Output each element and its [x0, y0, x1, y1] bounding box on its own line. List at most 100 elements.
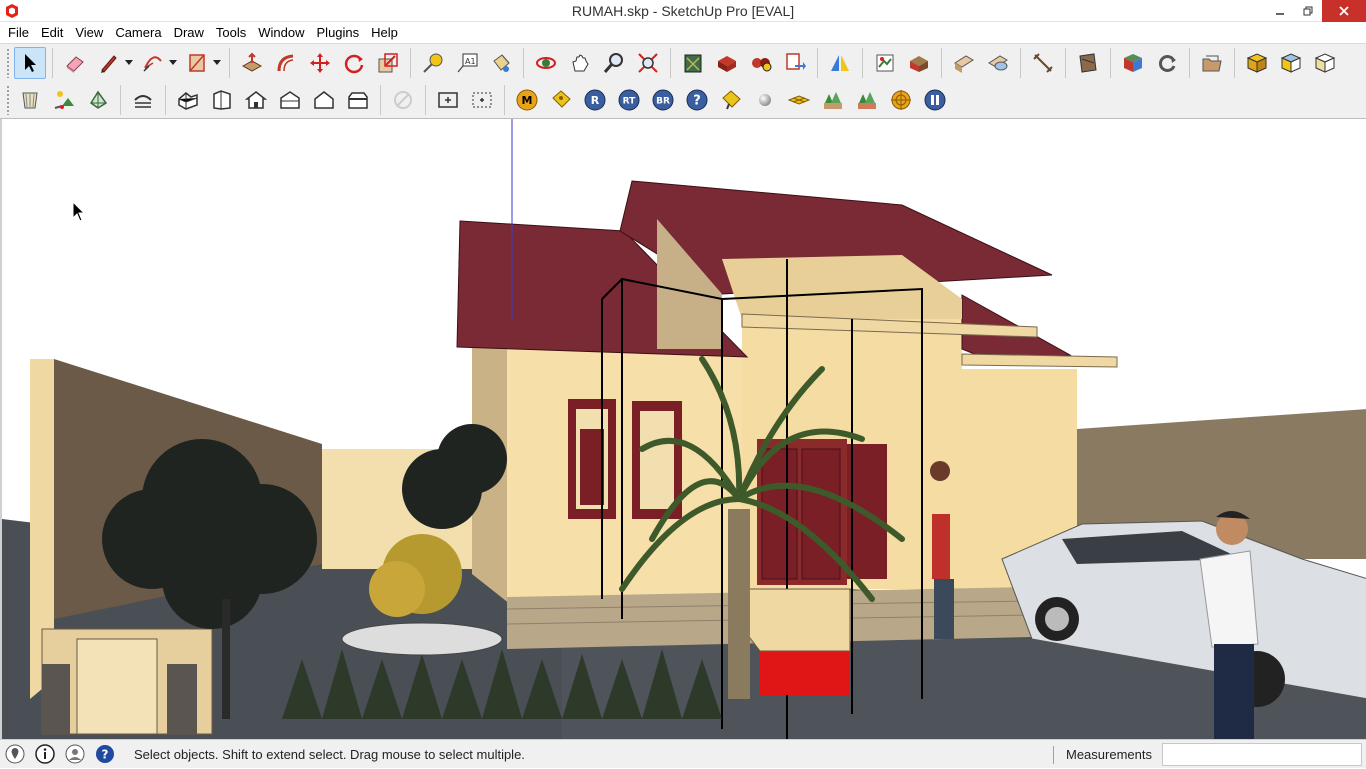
iso-view-button[interactable] [1241, 47, 1273, 79]
target-button[interactable] [885, 84, 917, 116]
restore-button[interactable] [1294, 0, 1322, 22]
zoom-select-button[interactable] [466, 84, 498, 116]
info-icon [35, 744, 55, 764]
shape-dropdown[interactable] [212, 47, 222, 79]
rectangle-tool-button[interactable] [181, 47, 213, 79]
render-r-icon: R [584, 89, 606, 110]
photo-texture-button[interactable] [948, 47, 980, 79]
render-tag-button[interactable] [545, 84, 577, 116]
hidden-line-button[interactable] [82, 84, 114, 116]
toolbar-separator [504, 84, 505, 115]
send-layout-button[interactable] [779, 47, 811, 79]
front-cube-icon [1314, 52, 1336, 73]
toolbar-separator [817, 47, 818, 78]
menu-draw[interactable]: Draw [168, 22, 210, 43]
user-account-button[interactable] [64, 743, 86, 765]
rectangle-icon [189, 53, 205, 72]
menu-edit[interactable]: Edit [35, 22, 69, 43]
house-right-button[interactable] [274, 84, 306, 116]
components-button[interactable] [745, 47, 777, 79]
help-button[interactable]: ? [681, 84, 713, 116]
house-top-button[interactable] [240, 84, 272, 116]
warehouse-button[interactable] [677, 47, 709, 79]
toolbar-grip[interactable] [6, 84, 10, 115]
menu-tools[interactable]: Tools [210, 22, 252, 43]
tape-measure-tool-button[interactable] [417, 47, 449, 79]
minimize-button[interactable] [1266, 0, 1294, 22]
photo-texture-icon [954, 54, 974, 73]
material-tag-button[interactable] [715, 84, 747, 116]
dimension-button[interactable] [1027, 47, 1059, 79]
menu-view[interactable]: View [69, 22, 109, 43]
sphere-button[interactable] [749, 84, 781, 116]
landscape-icon [824, 91, 842, 109]
section-plane-button[interactable] [824, 47, 856, 79]
text-tool-button[interactable]: A1 [451, 47, 483, 79]
refresh-button[interactable] [1151, 47, 1183, 79]
menu-camera[interactable]: Camera [109, 22, 167, 43]
sandbox-button[interactable] [1072, 47, 1104, 79]
pencil-tool-button[interactable] [93, 47, 125, 79]
orbit-icon [536, 56, 556, 69]
render-rt-button[interactable]: RT [613, 84, 645, 116]
instructor-button[interactable]: ? [94, 743, 116, 765]
rotate-tool-button[interactable] [338, 47, 370, 79]
share-model-button[interactable] [711, 47, 743, 79]
solid-button[interactable] [1117, 47, 1149, 79]
arc-dropdown[interactable] [168, 47, 178, 79]
measurements-input[interactable] [1162, 743, 1362, 766]
walk-tool-button[interactable] [127, 84, 159, 116]
geo-location-button[interactable] [4, 743, 26, 765]
zoom-window-button[interactable] [432, 84, 464, 116]
paint-bucket-tool-button[interactable] [485, 47, 517, 79]
render-r-button[interactable]: R [579, 84, 611, 116]
match-photo-button[interactable] [982, 47, 1014, 79]
arc-tool-button[interactable] [137, 47, 169, 79]
disabled-tool-button[interactable] [387, 84, 419, 116]
house-front-button[interactable] [206, 84, 238, 116]
add-location-button[interactable] [869, 47, 901, 79]
close-button[interactable] [1322, 0, 1366, 22]
open-folder-button[interactable] [1196, 47, 1228, 79]
plane-icon [787, 94, 811, 105]
house-iso-button[interactable] [172, 84, 204, 116]
orbit-tool-button[interactable] [530, 47, 562, 79]
front-view-button[interactable] [1309, 47, 1341, 79]
toolbar-separator [165, 84, 166, 115]
menu-help[interactable]: Help [365, 22, 404, 43]
render-br-button[interactable]: BR [647, 84, 679, 116]
plane-button[interactable] [783, 84, 815, 116]
push-pull-tool-button[interactable] [236, 47, 268, 79]
zoom-extents-tool-button[interactable] [632, 47, 664, 79]
render-m-button[interactable]: M [511, 84, 543, 116]
xray-style-button[interactable] [14, 84, 46, 116]
shadow-toggle-button[interactable] [48, 84, 80, 116]
landscape2-button[interactable] [851, 84, 883, 116]
model-viewport[interactable] [0, 119, 1366, 739]
eraser-tool-button[interactable] [59, 47, 91, 79]
menu-file[interactable]: File [2, 22, 35, 43]
scale-tool-button[interactable] [372, 47, 404, 79]
iso-cube-icon [1246, 52, 1268, 73]
menu-window[interactable]: Window [252, 22, 310, 43]
landscape-button[interactable] [817, 84, 849, 116]
pause-button[interactable] [919, 84, 951, 116]
credits-button[interactable] [34, 743, 56, 765]
follow-me-tool-button[interactable] [270, 47, 302, 79]
zoom-tool-button[interactable] [598, 47, 630, 79]
hidden-line-icon [89, 90, 108, 109]
toggle-terrain-button[interactable] [903, 47, 935, 79]
toolbar-separator [410, 47, 411, 78]
eraser-icon [66, 55, 84, 73]
move-tool-button[interactable] [304, 47, 336, 79]
menu-plugins[interactable]: Plugins [311, 22, 366, 43]
house-left-button[interactable] [342, 84, 374, 116]
toolbar-grip[interactable] [6, 47, 10, 78]
top-view-button[interactable] [1275, 47, 1307, 79]
pan-tool-button[interactable] [564, 47, 596, 79]
match-photo-icon [988, 54, 1008, 70]
select-tool-button[interactable] [14, 46, 46, 79]
house-back-button[interactable] [308, 84, 340, 116]
pencil-dropdown[interactable] [124, 47, 134, 79]
send-to-layout-icon [786, 52, 806, 70]
